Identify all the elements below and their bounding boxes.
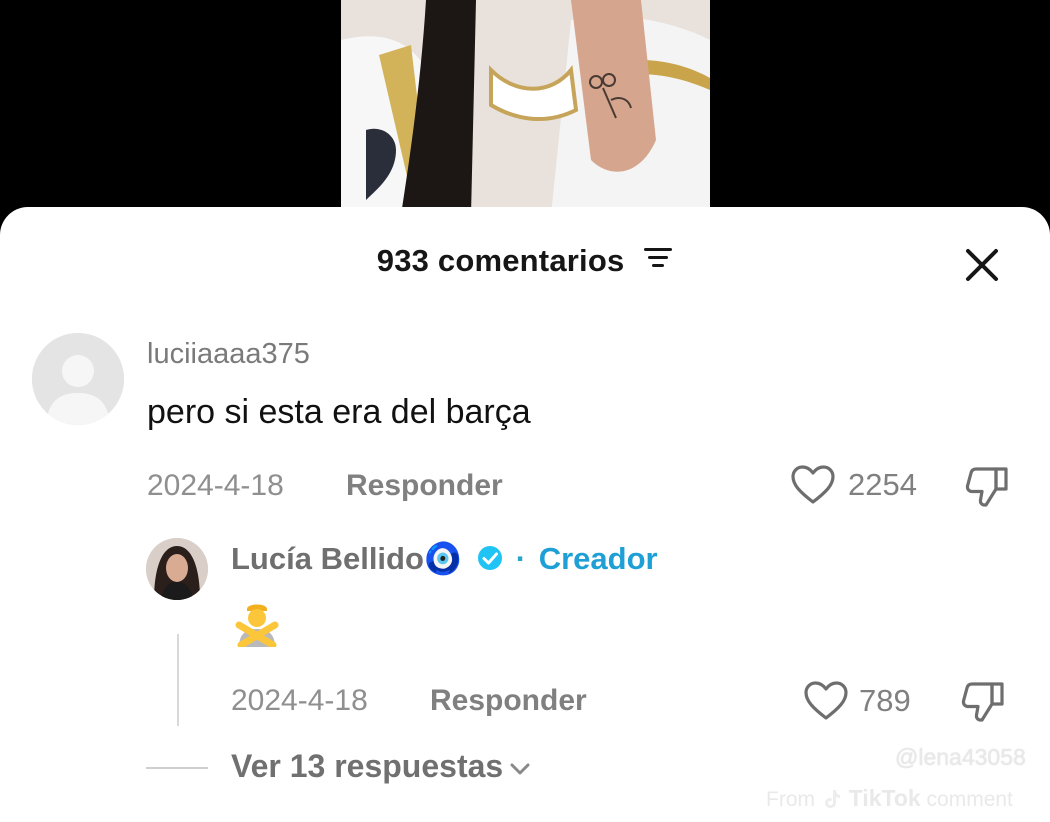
dislike-button[interactable] (964, 465, 1010, 514)
close-icon (966, 249, 998, 281)
verified-badge-icon (478, 546, 503, 571)
video-still-image (341, 0, 710, 215)
watermark-brand: TikTok (848, 785, 921, 811)
chevron-down-icon (510, 763, 530, 775)
watermark-from: From (766, 788, 815, 811)
creator-badge: Creador (538, 541, 658, 576)
creator-photo (146, 538, 208, 600)
video-thumbnail[interactable] (341, 0, 710, 215)
comment-username[interactable]: luciiaaaa375 (147, 338, 310, 371)
reply-to-reply-button[interactable]: Responder (430, 684, 587, 718)
no-gesture-emoji-icon (235, 604, 279, 649)
comments-header: 933 comentarios (0, 207, 1050, 317)
comment-date: 2024-4-18 (147, 469, 284, 502)
view-replies-button[interactable]: Ver 13 respuestas (231, 748, 531, 785)
user-avatar[interactable] (32, 333, 124, 425)
video-background (0, 0, 1050, 215)
reply-dislike-button[interactable] (960, 680, 1006, 729)
reply-text: 🙅‍♂️ (233, 599, 281, 649)
comment-text: pero si esta era del barça (147, 393, 531, 431)
like-button[interactable]: 2254 (790, 462, 930, 506)
watermark-source: From TikTok comment (766, 785, 1013, 812)
view-replies-label: Ver 13 respuestas (231, 748, 504, 784)
tiktok-logo-icon (824, 790, 840, 808)
view-replies-divider (146, 767, 208, 769)
creator-username[interactable]: Lucía Bellido🧿 · Creador (231, 540, 658, 577)
heart-icon (791, 465, 835, 504)
reply-like-count: 789 (859, 683, 911, 718)
badge-separator: · (515, 541, 527, 576)
thumbs-down-icon (961, 682, 1004, 722)
like-count: 2254 (848, 467, 917, 502)
reply-date: 2024-4-18 (231, 684, 368, 717)
thumbs-down-icon (965, 467, 1008, 507)
thread-connector (177, 634, 179, 726)
close-button[interactable] (960, 243, 1004, 287)
heart-icon (804, 681, 848, 720)
watermark-suffix: comment (926, 788, 1013, 811)
creator-name-label: Lucía Bellido🧿 (231, 541, 463, 576)
reply-like-button[interactable]: 789 (803, 678, 923, 722)
comment-count-label: 933 comentarios (376, 243, 625, 278)
comments-title: 933 comentarios (0, 243, 1050, 279)
sort-filter-icon[interactable] (643, 243, 673, 279)
watermark-handle: @lena43058 (895, 744, 1026, 770)
reply-button[interactable]: Responder (346, 469, 503, 503)
default-avatar-icon (32, 333, 124, 425)
creator-avatar[interactable] (146, 538, 208, 600)
comments-sheet: 933 comentarios luciiaaaa375 pero si est… (0, 207, 1050, 822)
